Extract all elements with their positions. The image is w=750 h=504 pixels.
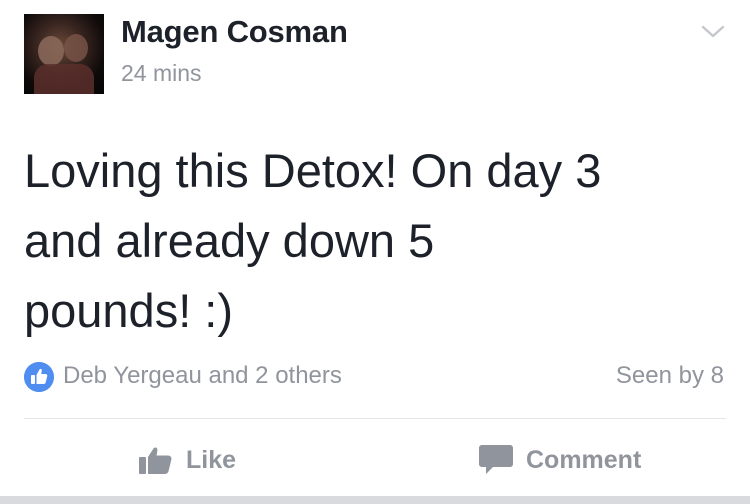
- divider: [24, 418, 726, 419]
- post-timestamp[interactable]: 24 mins: [121, 60, 202, 87]
- avatar-photo-face: [38, 36, 64, 66]
- post-message-line: and already down 5: [24, 214, 435, 267]
- avatar-photo-body: [34, 64, 94, 94]
- post-message-line: Loving this Detox! On day 3: [24, 144, 602, 197]
- thumbs-up-icon: [24, 362, 54, 392]
- post-message: Loving this Detox! On day 3 and already …: [24, 136, 724, 346]
- comment-button[interactable]: Comment: [478, 440, 641, 480]
- comment-bubble-icon: [479, 445, 513, 474]
- like-button[interactable]: Like: [138, 440, 236, 480]
- feed-post: Magen Cosman 24 mins Loving this Detox! …: [0, 0, 750, 504]
- post-bottom-separator: [0, 496, 750, 504]
- avatar-photo-face: [64, 34, 88, 62]
- chevron-down-icon[interactable]: [700, 22, 726, 42]
- post-message-line: pounds! :): [24, 284, 234, 337]
- seen-by-count[interactable]: Seen by 8: [616, 362, 724, 390]
- author-name[interactable]: Magen Cosman: [121, 14, 348, 50]
- avatar[interactable]: [24, 14, 104, 94]
- like-button-label: Like: [186, 445, 237, 474]
- comment-button-label: Comment: [526, 445, 642, 474]
- reactions-summary[interactable]: Deb Yergeau and 2 others: [63, 362, 342, 390]
- thumbs-up-icon: [139, 447, 172, 474]
